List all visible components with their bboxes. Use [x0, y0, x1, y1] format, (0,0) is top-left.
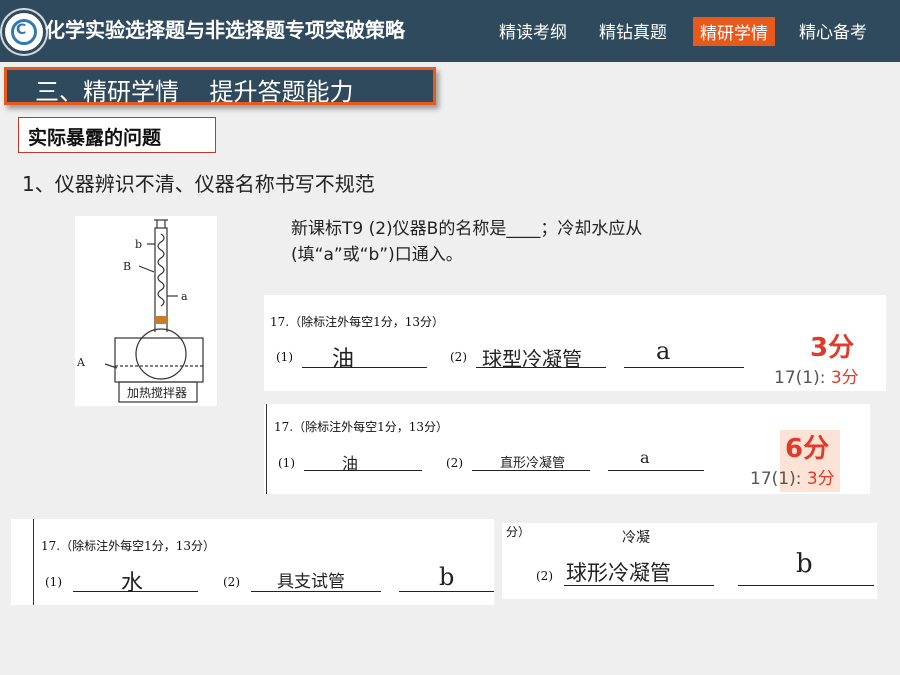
nav-item-student-analysis[interactable]: 精研学情: [693, 17, 775, 46]
problem-label-box: 实际暴露的问题: [18, 117, 216, 153]
label-b: b: [135, 238, 142, 251]
score-badge: 3分: [810, 333, 855, 363]
score-badge: 6分: [785, 434, 830, 464]
handwritten-answer: 球形冷凝管: [566, 561, 671, 585]
question-text: 新课标T9 (2)仪器B的名称是____；冷却水应从 (填“a”或“b”)口通入…: [291, 219, 643, 265]
course-title: 化学实验选择题与非选择题专项突破策略: [45, 18, 405, 42]
label-B: B: [123, 260, 131, 273]
top-bar: C 化学实验选择题与非选择题专项突破策略 精读考纲 精钻真题 精研学情 精心备考: [0, 0, 900, 62]
point-1-text: 1、仪器辨识不清、仪器名称书写不规范: [22, 172, 375, 196]
handwritten-answer: 水: [121, 571, 144, 596]
answer-sheet-3: 17.（除标注外每空1分，13分） (1) 水 (2) 具支试管 b: [11, 519, 494, 605]
label-a: a: [181, 290, 188, 303]
handwritten-answer: a: [640, 448, 650, 467]
sub-score: 17(1): 3分: [774, 368, 859, 388]
stirrer-caption: 加热搅拌器: [127, 385, 187, 400]
answer-sheet-2: 17.（除标注外每空1分，13分） (1) 油 (2) 直形冷凝管 a 6分 1…: [264, 404, 870, 494]
answer-sheet-1: 17.（除标注外每空1分，13分） (1) 油 (2) 球型冷凝管 a 3分 1…: [264, 295, 886, 391]
school-logo-icon: C: [2, 10, 46, 54]
nav-item-study-syllabus[interactable]: 精读考纲: [499, 18, 567, 43]
handwritten-answer: b: [439, 563, 455, 591]
sub-score: 17(1): 3分: [750, 469, 835, 489]
handwritten-answer: b: [796, 549, 813, 579]
handwritten-answer: 具支试管: [277, 572, 345, 592]
handwritten-annotation: 冷凝: [622, 530, 650, 546]
handwritten-answer: 直形冷凝管: [500, 456, 566, 471]
handwritten-answer: 油: [332, 347, 355, 372]
handwritten-answer: a: [656, 337, 671, 365]
label-A: A: [76, 356, 86, 369]
nav-item-exam-prep[interactable]: 精心备考: [799, 18, 867, 43]
section-heading: 三、精研学情 提升答题能力: [4, 67, 436, 106]
answer-sheet-4: 分） (2) 冷凝 球形冷凝管 b: [502, 523, 877, 599]
nav-item-exam-questions[interactable]: 精钻真题: [599, 18, 667, 43]
apparatus-diagram: b B a A 加热搅拌器: [75, 216, 217, 406]
